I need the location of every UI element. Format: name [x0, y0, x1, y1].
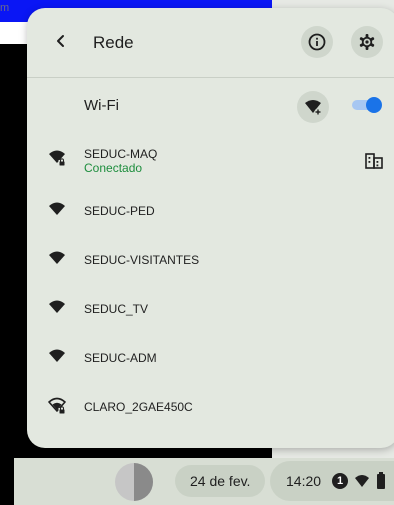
network-item-seduc-maq[interactable]: SEDUC-MAQ Conectado	[27, 136, 394, 180]
network-item-seduc-ped[interactable]: SEDUC-PED	[27, 188, 394, 232]
network-name: CLARO_2GAE450C	[84, 400, 193, 414]
shelf-time: 14:20	[286, 473, 322, 489]
network-item-seduc-visitantes[interactable]: SEDUC-VISITANTES	[27, 237, 394, 281]
building-icon	[365, 153, 383, 169]
network-item-claro[interactable]: CLARO_2GAE450C	[27, 384, 394, 428]
gear-icon	[359, 34, 375, 50]
back-arrow-icon	[57, 35, 64, 47]
info-button[interactable]	[301, 26, 333, 58]
avatar-shade	[134, 463, 153, 501]
add-wifi-icon	[305, 100, 322, 116]
status-tray[interactable]: 14:20 1	[270, 461, 394, 501]
battery-icon	[377, 472, 385, 489]
back-button[interactable]	[49, 29, 73, 53]
wifi-icon	[355, 475, 369, 487]
avatar[interactable]	[115, 463, 153, 501]
wifi-icon	[49, 300, 65, 313]
notification-badge: 1	[332, 473, 348, 489]
header-divider	[27, 77, 394, 78]
info-icon	[308, 33, 326, 51]
wifi-icon	[49, 251, 65, 264]
network-item-seduc-adm[interactable]: SEDUC-ADM	[27, 335, 394, 379]
wifi-lock-icon	[49, 150, 66, 166]
background-window-text: m	[0, 2, 10, 14]
network-name: SEDUC-PED	[84, 204, 155, 218]
date-pill[interactable]: 24 de fev.	[175, 465, 265, 497]
network-name: SEDUC-MAQ	[84, 147, 158, 161]
network-name: SEDUC-VISITANTES	[84, 253, 200, 267]
add-wifi-button[interactable]	[297, 91, 329, 123]
network-name: SEDUC-ADM	[84, 351, 157, 365]
shelf-date: 24 de fev.	[190, 473, 251, 489]
wifi-icon	[49, 202, 65, 215]
wifi-lock-icon	[48, 397, 66, 414]
network-quick-settings-panel: Rede Wi-Fi SEDUC-MAQ Conectado SEDUC-PED…	[27, 8, 394, 448]
wifi-icon	[49, 349, 65, 362]
settings-button[interactable]	[351, 26, 383, 58]
panel-title: Rede	[93, 33, 134, 52]
network-item-seduc-tv[interactable]: SEDUC_TV	[27, 286, 394, 330]
network-status: Conectado	[84, 161, 143, 175]
wifi-toggle[interactable]	[350, 97, 382, 113]
network-name: SEDUC_TV	[84, 302, 149, 316]
wifi-label: Wi-Fi	[84, 97, 119, 114]
toggle-thumb	[366, 97, 382, 113]
